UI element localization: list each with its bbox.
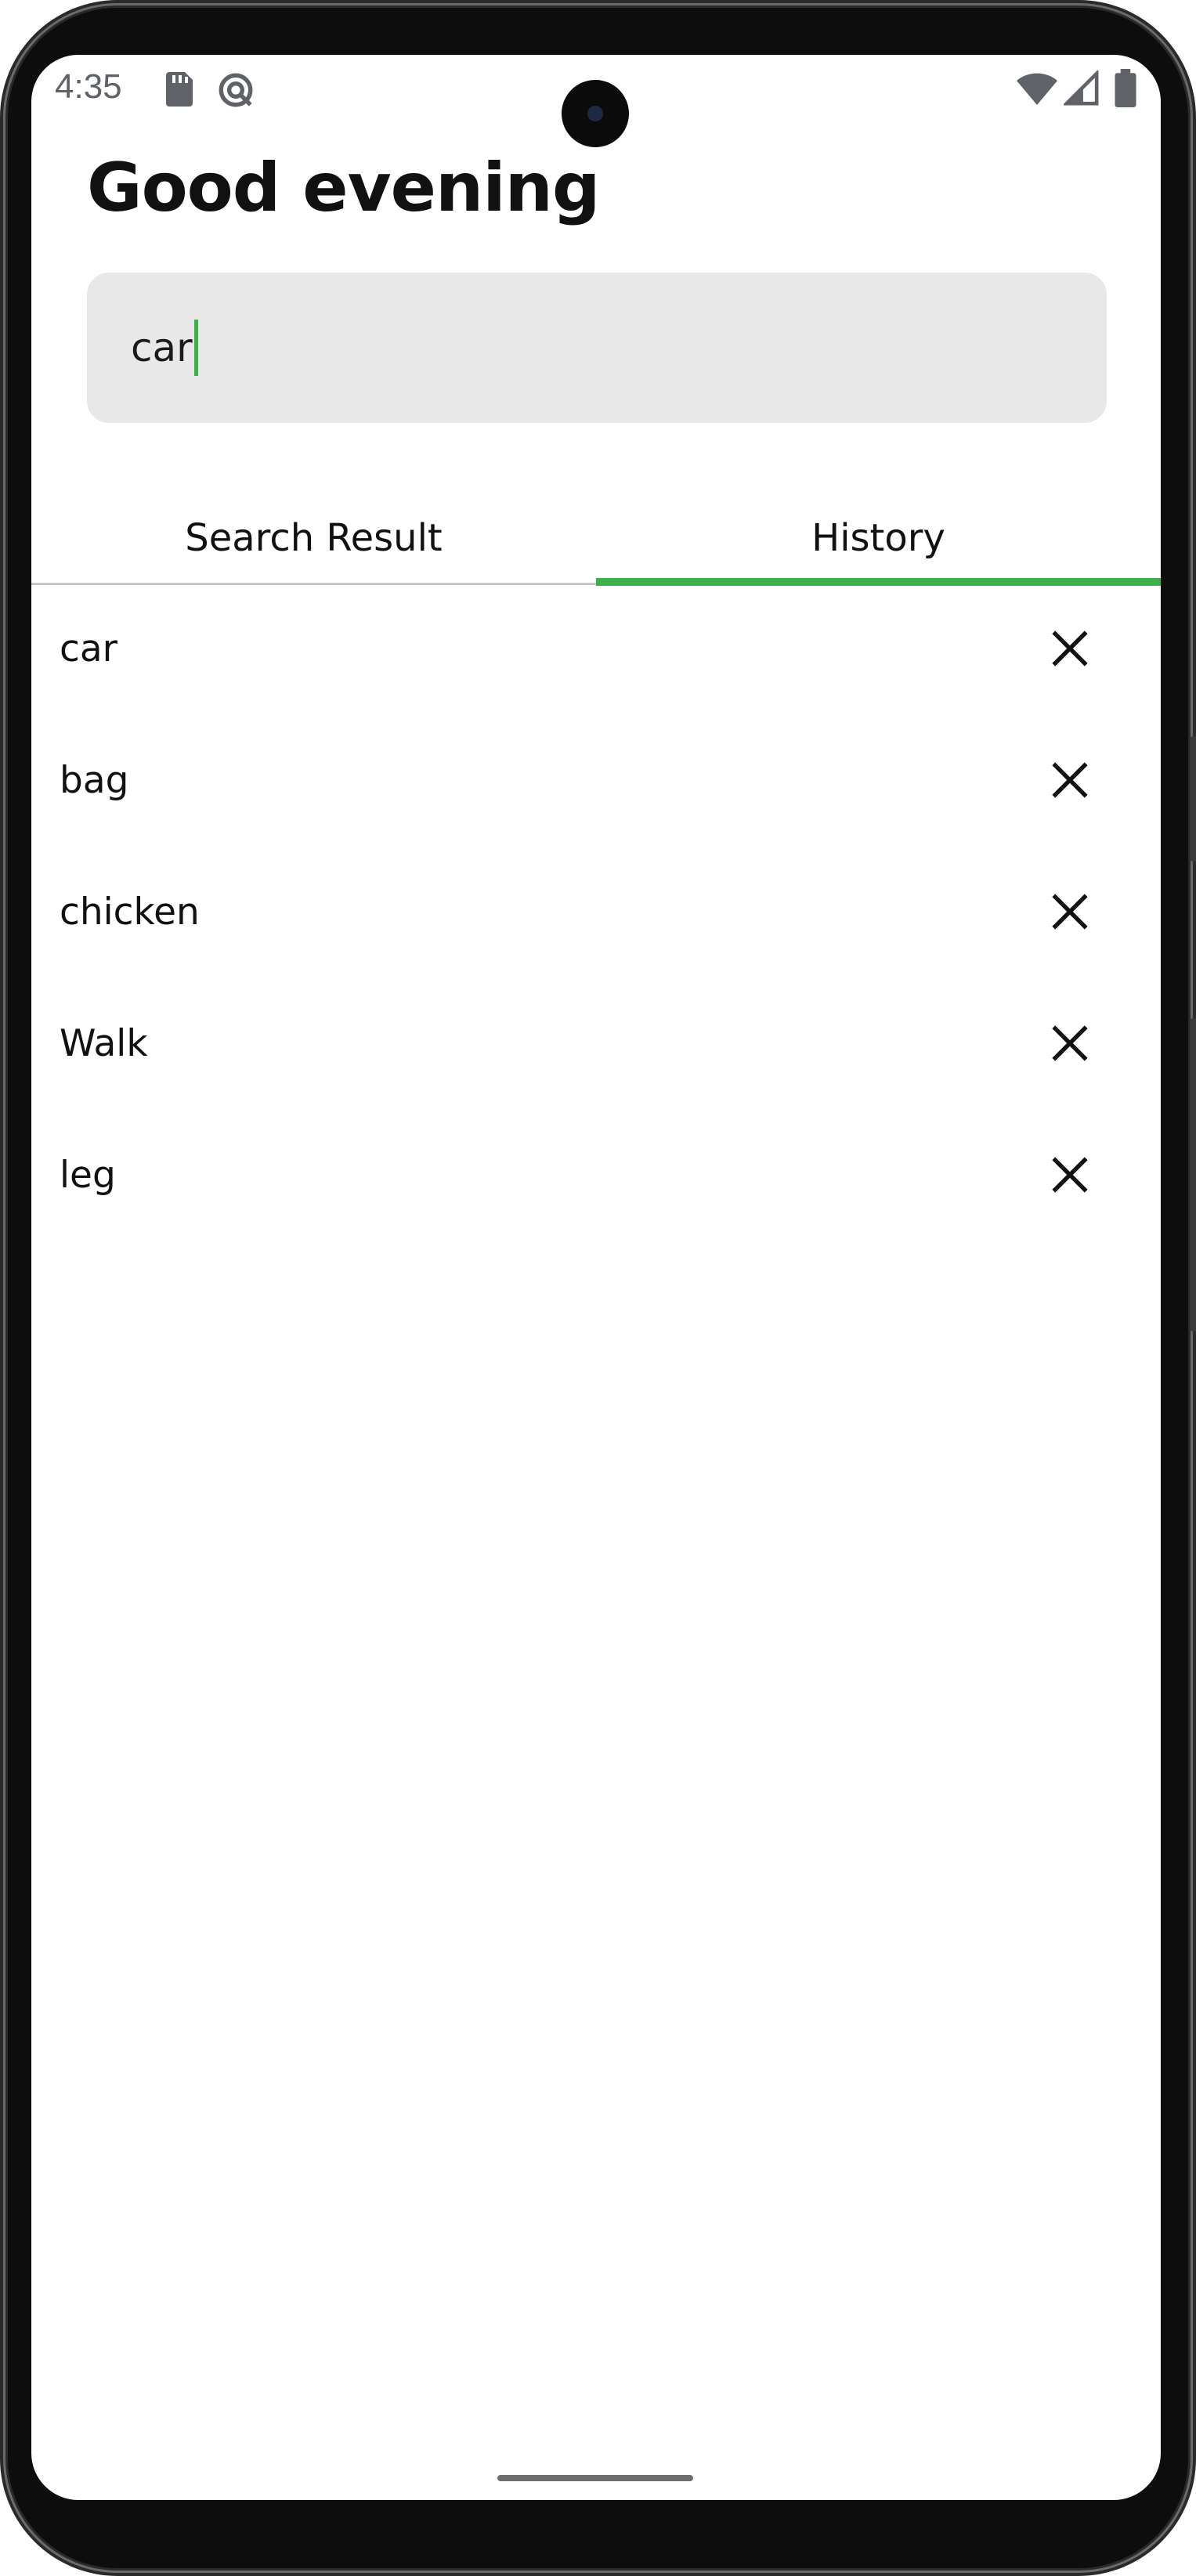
cell-signal-icon bbox=[1062, 69, 1100, 110]
power-button bbox=[1190, 736, 1196, 862]
tab-bar: Search Result History bbox=[31, 493, 1161, 586]
history-item-chicken[interactable]: chicken bbox=[31, 846, 1161, 977]
app-screen: 4:35 Good evening car Search Result Hist… bbox=[31, 55, 1161, 2500]
history-item-bag[interactable]: bag bbox=[31, 714, 1161, 846]
remove-history-walk-button[interactable] bbox=[1042, 1015, 1098, 1071]
remove-history-bag-button[interactable] bbox=[1042, 752, 1098, 808]
home-gesture-bar[interactable] bbox=[497, 2475, 693, 2481]
search-input[interactable]: car bbox=[87, 273, 1107, 423]
sd-card-icon bbox=[163, 70, 194, 111]
remove-history-chicken-button[interactable] bbox=[1042, 883, 1098, 940]
close-icon bbox=[1052, 762, 1088, 798]
volume-buttons bbox=[1190, 1018, 1196, 1331]
remove-history-car-button[interactable] bbox=[1042, 620, 1098, 677]
tab-history-label: History bbox=[811, 516, 945, 560]
status-time: 4:35 bbox=[55, 67, 122, 106]
battery-icon bbox=[1114, 69, 1137, 111]
device-screenshot: 4:35 Good evening car Search Result Hist… bbox=[0, 0, 1196, 2576]
tab-history[interactable]: History bbox=[596, 493, 1161, 583]
close-icon bbox=[1052, 630, 1088, 667]
close-icon bbox=[1052, 1157, 1088, 1193]
history-item-label: leg bbox=[60, 1153, 116, 1197]
data-saver-icon bbox=[216, 70, 255, 113]
history-list: car bag chicken Walk leg bbox=[31, 583, 1161, 1241]
tab-search-result-label: Search Result bbox=[185, 516, 443, 560]
history-item-car[interactable]: car bbox=[31, 583, 1161, 714]
close-icon bbox=[1052, 1025, 1088, 1061]
history-item-label: chicken bbox=[60, 890, 200, 934]
history-item-label: bag bbox=[60, 758, 129, 802]
text-cursor bbox=[193, 320, 198, 376]
page-title: Good evening bbox=[87, 149, 600, 227]
wifi-icon bbox=[1015, 69, 1059, 110]
history-item-leg[interactable]: leg bbox=[31, 1109, 1161, 1241]
remove-history-leg-button[interactable] bbox=[1042, 1147, 1098, 1203]
search-input-value: car bbox=[131, 325, 193, 370]
history-item-label: Walk bbox=[60, 1021, 148, 1065]
history-item-label: car bbox=[60, 627, 117, 670]
status-bar: 4:35 bbox=[31, 55, 1161, 147]
close-icon bbox=[1052, 894, 1088, 930]
front-camera bbox=[562, 80, 629, 147]
history-item-walk[interactable]: Walk bbox=[31, 977, 1161, 1109]
tab-search-result[interactable]: Search Result bbox=[31, 493, 596, 583]
